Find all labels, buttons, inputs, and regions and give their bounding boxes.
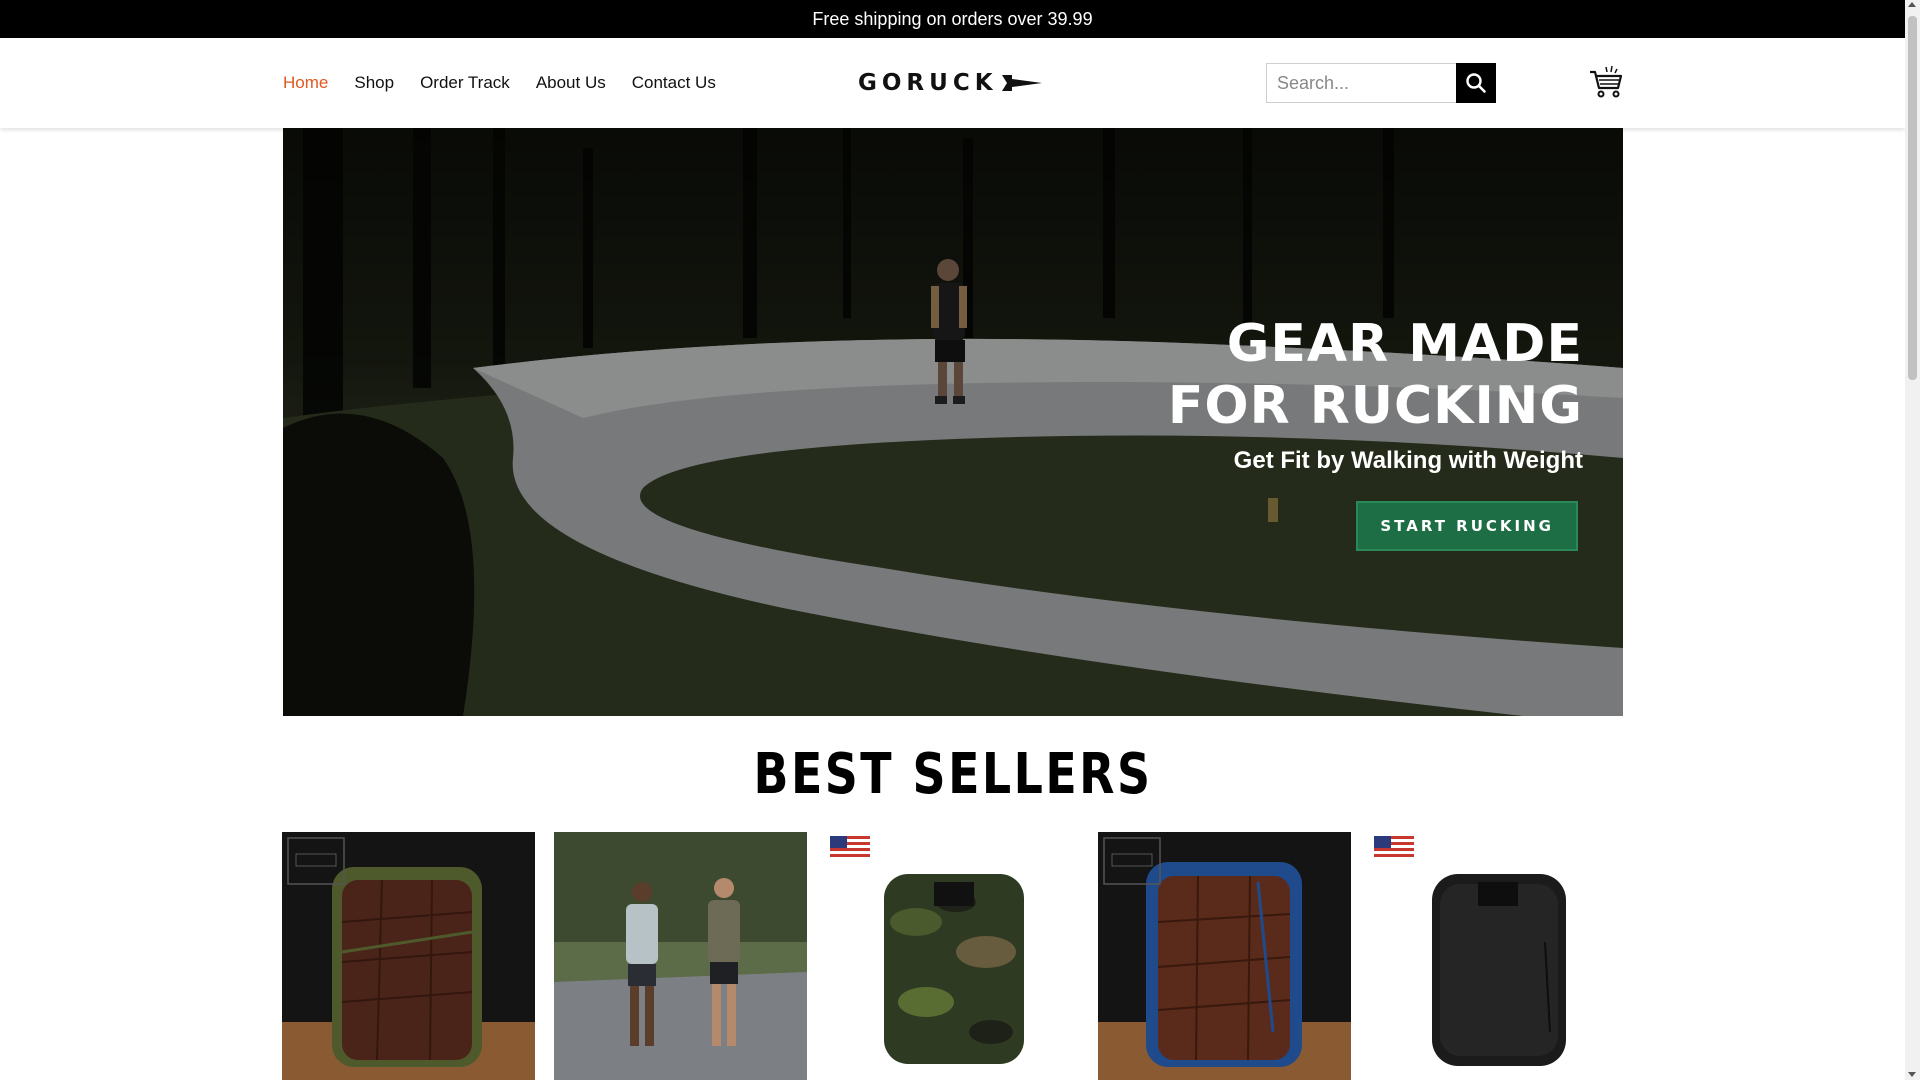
- nav-about-us[interactable]: About Us: [536, 73, 606, 93]
- nav-shop[interactable]: Shop: [354, 73, 394, 93]
- start-rucking-button[interactable]: START RUCKING: [1356, 501, 1578, 551]
- product-card[interactable]: [1098, 832, 1351, 1080]
- hero-banner[interactable]: GEAR MADE FOR RUCKING Get Fit by Walking…: [283, 128, 1623, 716]
- main-nav: Home Shop Order Track About Us Contact U…: [283, 38, 716, 128]
- search-input[interactable]: [1266, 63, 1456, 103]
- nav-order-track[interactable]: Order Track: [420, 73, 510, 93]
- announcement-bar: Free shipping on orders over 39.99: [0, 0, 1905, 38]
- nav-contact-us[interactable]: Contact Us: [632, 73, 716, 93]
- product-image: [826, 832, 1079, 1080]
- hero-text-block: GEAR MADE FOR RUCKING Get Fit by Walking…: [1168, 313, 1583, 551]
- us-flag-icon: [830, 836, 870, 858]
- logo-wordmark: GORUCK: [858, 70, 998, 96]
- product-image: [1098, 832, 1351, 1080]
- nav-home[interactable]: Home: [283, 73, 328, 93]
- product-card[interactable]: [1370, 832, 1623, 1080]
- us-flag-icon: [1374, 836, 1414, 858]
- product-card[interactable]: [554, 832, 807, 1080]
- announcement-text: Free shipping on orders over 39.99: [812, 8, 1093, 29]
- product-card[interactable]: [282, 832, 535, 1080]
- site-logo[interactable]: GORUCK: [858, 68, 1054, 98]
- product-image: [1370, 832, 1623, 1080]
- scrollbar-thumb[interactable]: [1908, 16, 1917, 380]
- hero-title: GEAR MADE FOR RUCKING: [1167, 314, 1583, 436]
- site-header: Home Shop Order Track About Us Contact U…: [0, 38, 1905, 128]
- product-card[interactable]: [826, 832, 1079, 1080]
- search-icon: [1466, 73, 1486, 93]
- cart-button[interactable]: [1588, 64, 1624, 100]
- best-sellers-grid: [282, 832, 1626, 1080]
- cart-icon: [1590, 65, 1623, 98]
- search-form: [1266, 63, 1496, 103]
- logo-arrow-icon: [1001, 75, 1042, 91]
- scroll-up-arrow-icon[interactable]: [1908, 2, 1916, 7]
- search-button[interactable]: [1456, 63, 1496, 103]
- page-scrollbar[interactable]: [1905, 0, 1920, 1080]
- best-sellers-title: BEST SELLERS: [753, 742, 1153, 807]
- product-image: [282, 832, 535, 1080]
- hero-subtitle: Get Fit by Walking with Weight: [1233, 447, 1583, 474]
- product-image: [554, 832, 807, 1080]
- scroll-down-arrow-icon[interactable]: [1908, 1072, 1916, 1077]
